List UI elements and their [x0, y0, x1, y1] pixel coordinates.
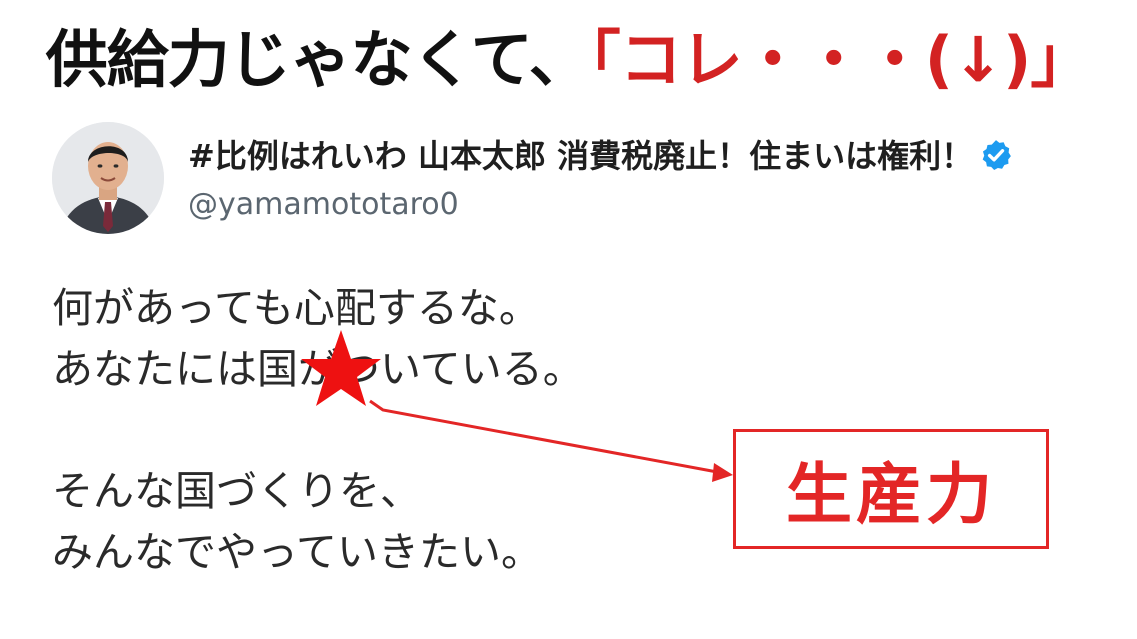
tweet-header: #比例はれいわ 山本太郎 消費税廃止！住まいは権利！ @yamamototaro…	[52, 122, 1112, 242]
display-name-row[interactable]: #比例はれいわ 山本太郎 消費税廃止！住まいは権利！	[188, 134, 1013, 178]
tweet-line-4: みんなでやっていきたい。	[52, 528, 542, 576]
headline-black-text: 供給力じゃなくて、	[45, 23, 591, 96]
headline-red-text: 「コレ・・・(↓)」	[589, 23, 1093, 96]
headline: 供給力じゃなくて、「コレ・・・(↓)」	[0, 18, 1137, 102]
avatar[interactable]	[52, 122, 164, 234]
display-name[interactable]: #比例はれいわ 山本太郎 消費税廃止！住まいは権利！	[188, 137, 973, 175]
tweet-body: 何があっても心配するな。 あなたには国がついている。 そんな国づくりを、 みんな…	[52, 278, 832, 583]
tweet-line-2: あなたには国がついている。	[52, 345, 584, 393]
tweet-line-3: そんな国づくりを、	[52, 467, 421, 515]
verified-badge-icon	[982, 140, 1011, 171]
callout-text: 生産力	[786, 456, 996, 533]
callout-box: 生産力	[733, 429, 1049, 549]
handle[interactable]: @yamamototaro0	[188, 184, 459, 226]
avatar-image	[52, 122, 164, 234]
tweet-line-1: 何があっても心配するな。	[52, 284, 540, 332]
